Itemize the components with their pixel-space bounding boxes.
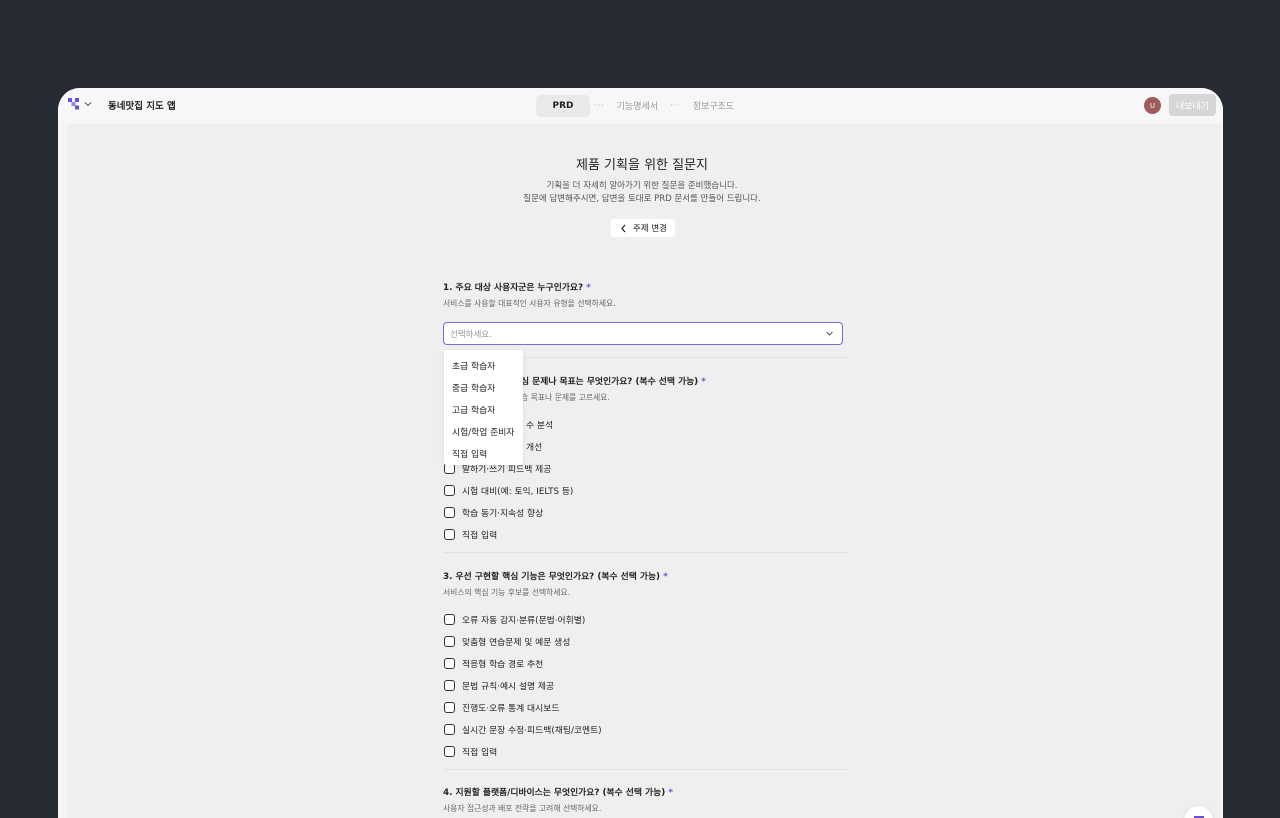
chevron-left-icon xyxy=(621,224,626,232)
checkbox-option[interactable]: 수 분석 xyxy=(526,418,553,431)
option-label: 직접 입력 xyxy=(462,531,498,541)
question-2-help: 습 목표나 문제를 고르세요. xyxy=(521,393,610,402)
step-separator: ··· xyxy=(594,101,605,110)
dropdown-option[interactable]: 중급 학습자 xyxy=(444,376,523,398)
avatar[interactable]: U xyxy=(1144,97,1161,114)
dropdown-option[interactable]: 초급 학습자 xyxy=(444,354,523,376)
checkbox-option[interactable]: 맞춤형 연습문제 및 예문 생성 xyxy=(444,635,570,648)
chat-button[interactable] xyxy=(1184,806,1213,818)
page-title: 제품 기획을 위한 질문지 xyxy=(576,158,708,173)
change-topic-button[interactable]: 주제 변경 xyxy=(611,219,675,237)
question-1-title: 1. 주요 대상 사용자군은 누구인가요? * xyxy=(443,283,591,293)
checkbox[interactable] xyxy=(444,702,455,713)
question-4-help: 사용자 접근성과 배포 전략을 고려해 선택하세요. xyxy=(443,804,602,813)
chevron-down-icon xyxy=(826,331,833,336)
checkbox-option[interactable]: 실시간 문장 수정·피드백(채팅/코멘트) xyxy=(444,723,602,736)
main-content: 제품 기획을 위한 질문지 기획을 더 자세히 알아가기 위한 질문을 준비했습… xyxy=(67,124,1221,818)
option-label: 개선 xyxy=(526,443,543,453)
checkbox[interactable] xyxy=(444,658,455,669)
select-placeholder: 선택하세요. xyxy=(450,329,492,340)
chat-icon xyxy=(1193,815,1204,818)
tab-prd[interactable]: PRD xyxy=(536,94,590,117)
required-mark: * xyxy=(668,788,673,798)
project-title: 동네맛집 지도 앱 xyxy=(108,101,176,112)
logo-menu[interactable] xyxy=(68,98,92,110)
required-mark: * xyxy=(701,377,706,387)
question-2-title: 심 문제나 목표는 무엇인가요? (복수 선택 가능) * xyxy=(521,377,706,387)
checkbox[interactable] xyxy=(444,746,455,757)
dropdown-option[interactable]: 직접 입력 xyxy=(444,442,523,464)
checkbox-option[interactable]: 진행도·오류 통계 대시보드 xyxy=(444,701,559,714)
checkbox-option[interactable]: 문법 규칙·예시 설명 제공 xyxy=(444,679,554,692)
step-separator: ··· xyxy=(670,101,681,110)
checkbox-option[interactable]: 직접 입력 xyxy=(444,745,497,758)
checkbox[interactable] xyxy=(444,529,455,540)
chevron-down-icon xyxy=(84,102,92,107)
app-window: 동네맛집 지도 앱 PRD ··· 기능명세서 ··· 정보구조도 U 내보내기… xyxy=(58,88,1223,818)
user-group-dropdown: 초급 학습자 중급 학습자 고급 학습자 시험/학업 준비자 직접 입력 xyxy=(444,350,523,465)
option-label: 시험 대비(예: 토익, IELTS 등) xyxy=(462,487,574,497)
divider xyxy=(443,769,848,770)
question-1-help: 서비스를 사용할 대표적인 사용자 유형을 선택하세요. xyxy=(443,299,616,308)
user-group-select[interactable]: 선택하세요. xyxy=(443,322,843,345)
dropdown-option[interactable]: 시험/학업 준비자 xyxy=(444,420,523,442)
checkbox[interactable] xyxy=(444,507,455,518)
logo-icon xyxy=(68,98,79,110)
checkbox-option[interactable]: 학습 동기·지속성 향상 xyxy=(444,506,543,519)
option-label: 수 분석 xyxy=(526,421,554,431)
checkbox-option[interactable]: 오류 자동 감지·분류(문법·어휘별) xyxy=(444,613,585,626)
checkbox[interactable] xyxy=(444,614,455,625)
checkbox-option[interactable]: 적응형 학습 경로 추천 xyxy=(444,657,543,670)
divider xyxy=(443,552,848,553)
checkbox[interactable] xyxy=(444,636,455,647)
step-nav: PRD ··· 기능명세서 ··· 정보구조도 xyxy=(536,94,742,117)
checkbox-option[interactable]: 직접 입력 xyxy=(444,528,497,541)
export-button[interactable]: 내보내기 xyxy=(1169,94,1216,116)
dropdown-option[interactable]: 고급 학습자 xyxy=(444,398,523,420)
option-label: 진행도·오류 통계 대시보드 xyxy=(462,704,560,714)
checkbox[interactable] xyxy=(444,724,455,735)
checkbox-option[interactable]: 시험 대비(예: 토익, IELTS 등) xyxy=(444,484,573,497)
required-mark: * xyxy=(663,572,668,582)
intro-text-line2: 질문에 답변해주시면, 답변을 토대로 PRD 문서를 만들어 드립니다. xyxy=(523,194,761,204)
checkbox-option[interactable]: 개선 xyxy=(526,440,542,453)
required-mark: * xyxy=(586,283,591,293)
intro-text-line1: 기획을 더 자세히 알아가기 위한 질문을 준비했습니다. xyxy=(546,181,738,191)
change-topic-label: 주제 변경 xyxy=(633,224,667,234)
question-3-title: 3. 우선 구현할 핵심 기능은 무엇인가요? (복수 선택 가능) * xyxy=(443,572,668,582)
tab-information-architecture[interactable]: 정보구조도 xyxy=(685,94,742,117)
option-label: 적응형 학습 경로 추천 xyxy=(462,660,544,670)
option-label: 학습 동기·지속성 향상 xyxy=(462,509,544,519)
option-label: 맞춤형 연습문제 및 예문 생성 xyxy=(462,638,571,648)
question-3-help: 서비스의 핵심 기능 후보를 선택하세요. xyxy=(443,588,571,597)
option-label: 문법 규칙·예시 설명 제공 xyxy=(462,682,555,692)
option-label: 직접 입력 xyxy=(462,748,498,758)
checkbox[interactable] xyxy=(444,485,455,496)
top-bar: 동네맛집 지도 앱 PRD ··· 기능명세서 ··· 정보구조도 U 내보내기 xyxy=(58,88,1223,123)
question-4-title: 4. 지원할 플랫폼/디바이스는 무엇인가요? (복수 선택 가능) * xyxy=(443,788,673,798)
option-label: 실시간 문장 수정·피드백(채팅/코멘트) xyxy=(462,726,602,736)
checkbox[interactable] xyxy=(444,680,455,691)
option-label: 오류 자동 감지·분류(문법·어휘별) xyxy=(462,616,586,626)
tab-feature-spec[interactable]: 기능명세서 xyxy=(609,94,666,117)
